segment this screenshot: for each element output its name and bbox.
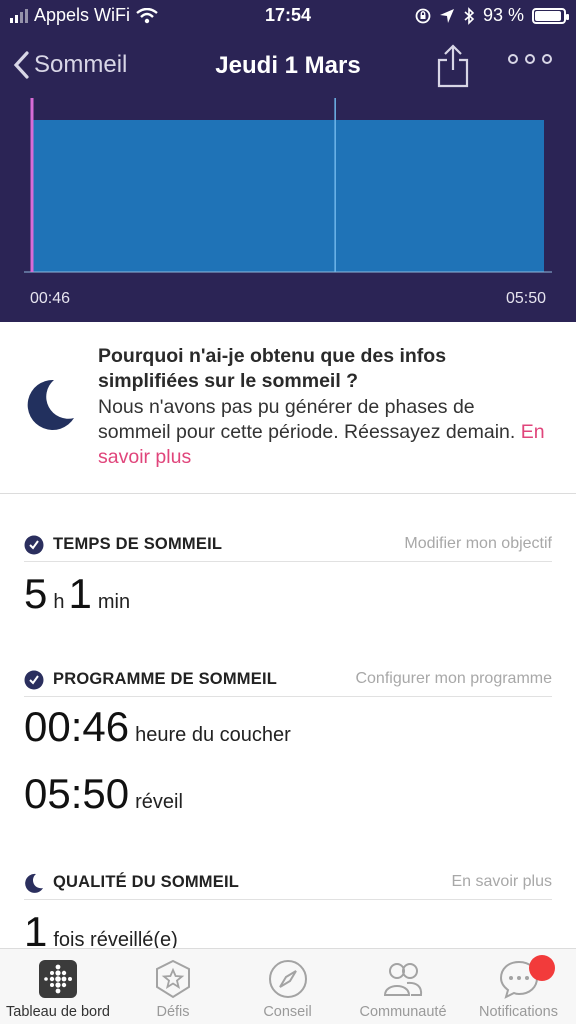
dashboard-icon bbox=[39, 960, 77, 998]
tab-dashboard-label: Tableau de bord bbox=[6, 1004, 110, 1020]
quality-header: QUALITÉ DU SOMMEIL En savoir plus bbox=[24, 870, 552, 900]
nav-bar: Sommeil Jeudi 1 Mars bbox=[0, 40, 576, 92]
sleep-area bbox=[32, 120, 544, 272]
sleep-time-heading: TEMPS DE SOMMEIL bbox=[53, 535, 223, 553]
moon-icon bbox=[27, 379, 74, 430]
moon-small-icon bbox=[25, 873, 43, 893]
quality-learn-more-link[interactable]: En savoir plus bbox=[452, 873, 553, 891]
bedtime-value: 00:46 bbox=[24, 703, 130, 750]
wake-label: réveil bbox=[135, 791, 183, 813]
info-title: Pourquoi n'ai-je obtenu que des infos si… bbox=[98, 345, 447, 392]
bedtime-label: heure du coucher bbox=[135, 724, 291, 746]
orientation-lock-icon bbox=[415, 8, 431, 23]
sleep-minutes-unit: min bbox=[97, 591, 131, 613]
tab-community[interactable]: Communauté bbox=[345, 949, 461, 1024]
sleep-hours: 5 bbox=[24, 570, 48, 617]
sleep-chart bbox=[24, 98, 552, 273]
tab-challenges-label: Défis bbox=[156, 1004, 190, 1020]
chart-x-end-label: 05:50 bbox=[505, 290, 546, 307]
more-options-icon[interactable] bbox=[508, 54, 552, 64]
page-title: Jeudi 1 Mars bbox=[215, 52, 361, 79]
info-body-text: Nous n'avons pas pu générer de phases de… bbox=[98, 396, 516, 443]
sleep-hours-unit: h bbox=[53, 591, 65, 613]
sleep-header: Appels WiFi 17:54 93 % Sommeil Jeudi 1 M… bbox=[0, 0, 576, 322]
tab-community-label: Communauté bbox=[359, 1004, 447, 1020]
info-body: Nous n'avons pas pu générer de phases de… bbox=[98, 395, 548, 470]
sleep-minutes: 1 bbox=[68, 570, 92, 617]
chart-x-start-label: 00:46 bbox=[30, 290, 71, 307]
edit-goal-link[interactable]: Modifier mon objectif bbox=[404, 535, 552, 553]
schedule-heading: PROGRAMME DE SOMMEIL bbox=[53, 670, 278, 688]
tab-challenges[interactable]: Défis bbox=[116, 949, 230, 1024]
bedtime-row: 00:46 heure du coucher bbox=[24, 703, 295, 751]
compass-icon bbox=[268, 960, 307, 998]
bluetooth-icon bbox=[464, 6, 475, 25]
battery-percent: 93 % bbox=[482, 5, 524, 25]
location-arrow-icon bbox=[439, 8, 454, 23]
share-icon[interactable] bbox=[436, 42, 470, 88]
challenges-badge-icon bbox=[156, 959, 190, 999]
battery-icon bbox=[532, 7, 569, 24]
status-right: 93 % bbox=[415, 5, 569, 26]
wake-value: 05:50 bbox=[24, 770, 130, 817]
simplified-info-card: Pourquoi n'ai-je obtenu que des infos si… bbox=[0, 322, 576, 494]
tab-bar: Tableau de bord Défis Conseil Communauté… bbox=[0, 948, 576, 1024]
quality-heading: QUALITÉ DU SOMMEIL bbox=[53, 873, 240, 891]
wake-row: 05:50 réveil bbox=[24, 770, 187, 818]
notification-badge bbox=[529, 955, 555, 981]
clock-check-icon bbox=[24, 670, 44, 690]
tab-coaching-label: Conseil bbox=[263, 1004, 312, 1020]
status-bar: Appels WiFi 17:54 93 % bbox=[0, 0, 576, 34]
configure-schedule-link[interactable]: Configurer mon programme bbox=[355, 670, 552, 688]
clock-check-icon bbox=[24, 535, 44, 555]
tab-dashboard[interactable]: Tableau de bord bbox=[0, 949, 116, 1024]
tab-coaching[interactable]: Conseil bbox=[230, 949, 345, 1024]
tab-notifications-label: Notifications bbox=[479, 1004, 558, 1020]
schedule-header: PROGRAMME DE SOMMEIL Configurer mon prog… bbox=[24, 667, 552, 697]
sleep-duration: 5 h 1 min bbox=[24, 570, 134, 618]
tab-notifications[interactable]: Notifications bbox=[461, 949, 576, 1024]
sleep-time-header: TEMPS DE SOMMEIL Modifier mon objectif bbox=[24, 532, 552, 562]
community-people-icon bbox=[383, 963, 423, 996]
